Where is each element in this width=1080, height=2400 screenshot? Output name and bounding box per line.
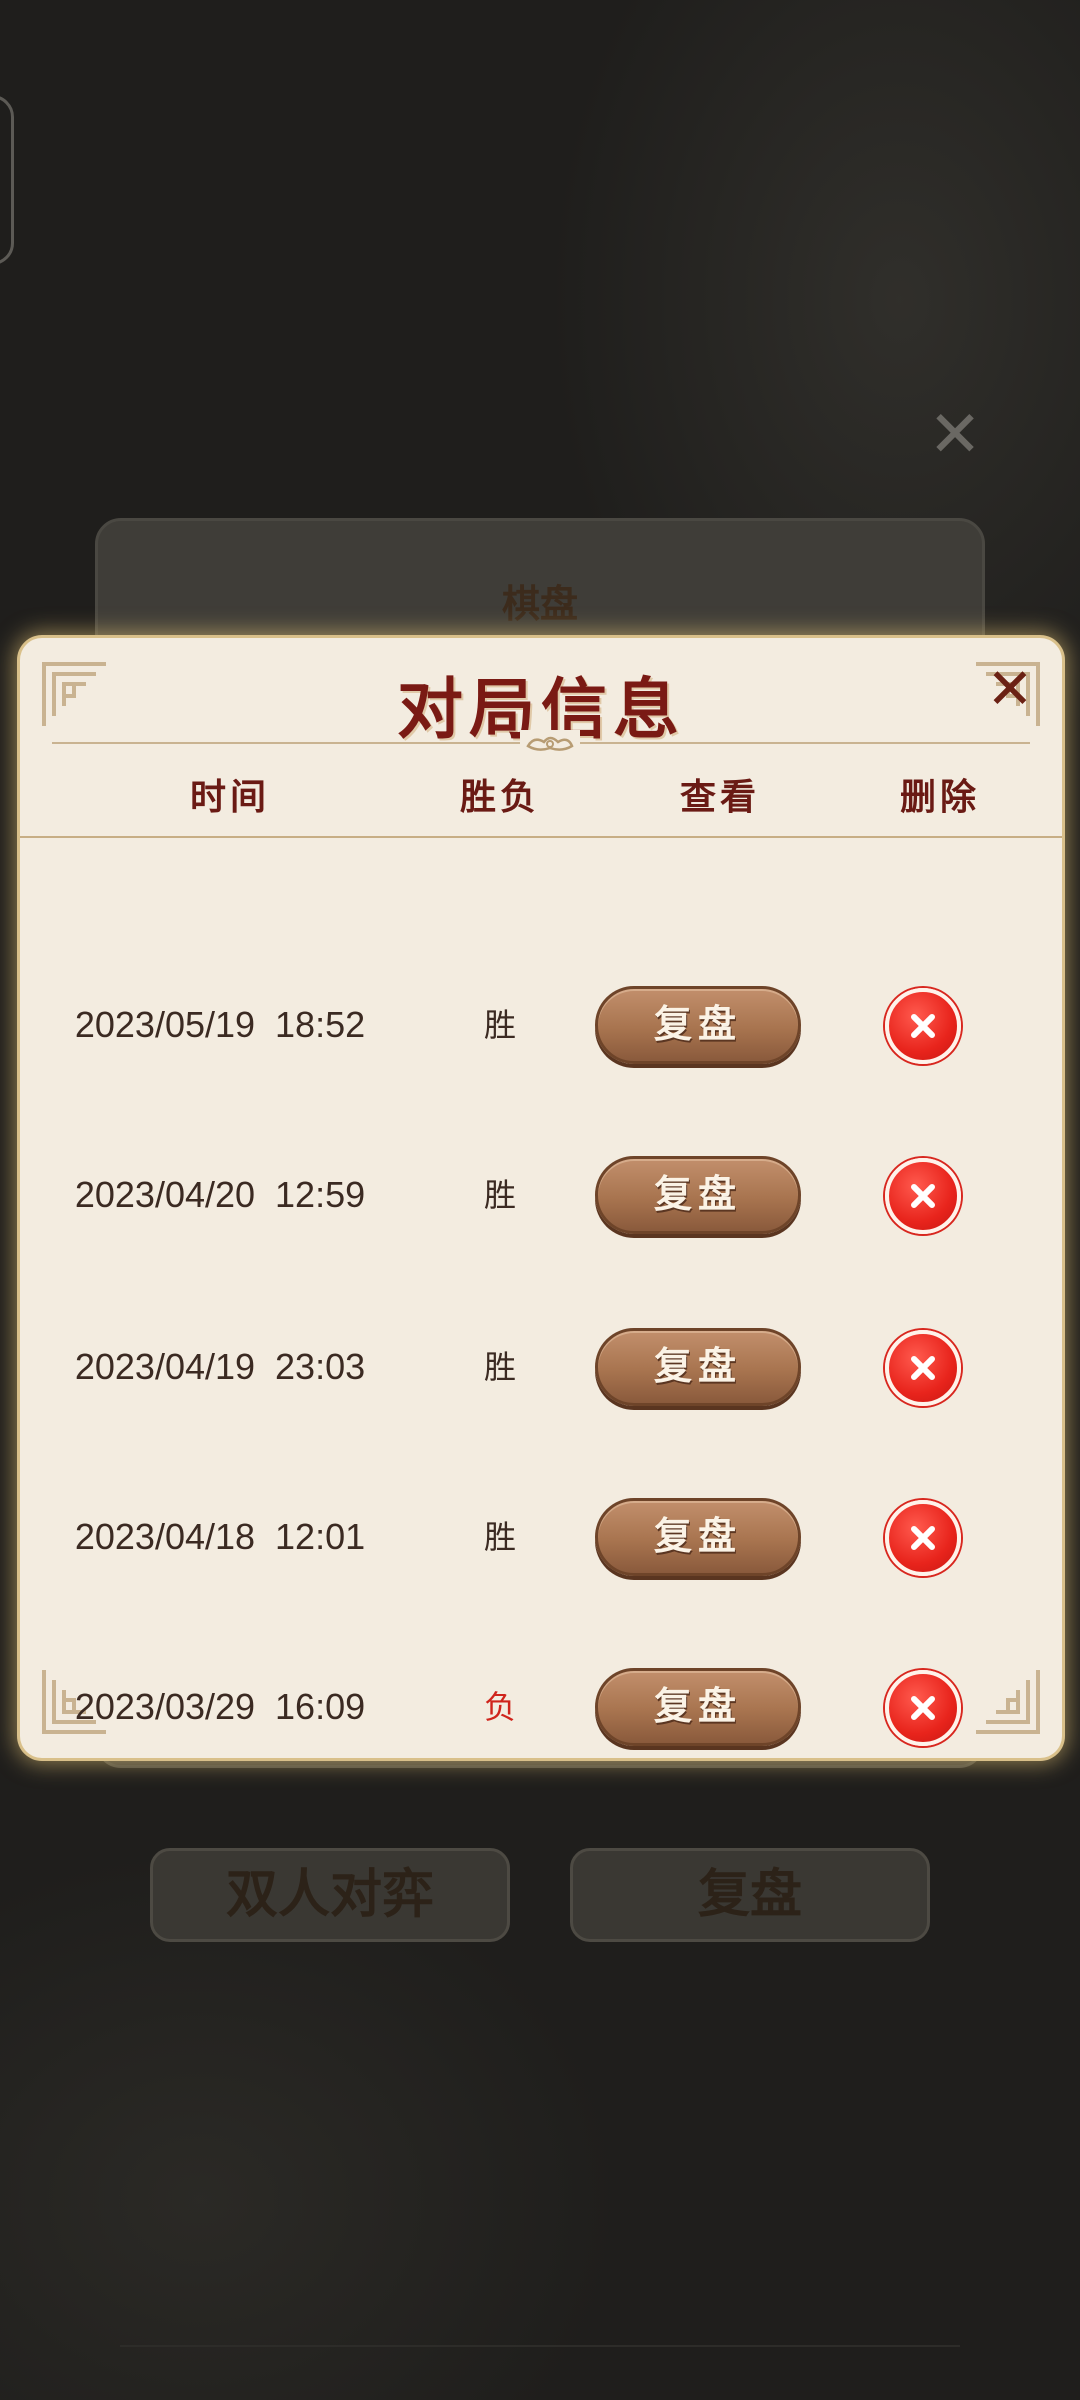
replay-button[interactable]: 复盘	[595, 1668, 801, 1746]
table-row: 2023/05/19 18:52 胜 复盘	[20, 980, 1062, 1070]
game-result: 胜	[483, 1176, 516, 1214]
side-tab	[0, 95, 14, 265]
delete-button[interactable]	[885, 1330, 961, 1406]
close-icon	[911, 1356, 935, 1380]
divider	[120, 2345, 960, 2347]
cloud-ornament-icon	[520, 730, 580, 756]
replay-main-button: 复盘	[570, 1848, 930, 1942]
game-time: 2023/03/29 16:09	[74, 1686, 366, 1727]
background-panel-title: 棋盘	[501, 581, 578, 626]
close-icon	[911, 1526, 935, 1550]
column-header-view: 查看	[679, 776, 760, 818]
game-result: 胜	[483, 1348, 516, 1386]
delete-button[interactable]	[885, 1670, 961, 1746]
delete-button[interactable]	[885, 988, 961, 1064]
table-row: 2023/04/19 23:03 胜 复盘	[20, 1322, 1062, 1412]
table-row: 2023/03/29 16:09 负 复盘	[20, 1662, 1062, 1752]
game-record-list: 2023/05/19 18:52 胜 复盘 2023/04/20 12:59 胜…	[20, 838, 1062, 1758]
game-time: 2023/05/19 18:52	[74, 1004, 366, 1045]
game-result: 胜	[483, 1006, 516, 1044]
table-header: 时间 胜负 查看 删除	[20, 768, 1062, 824]
replay-button[interactable]: 复盘	[595, 986, 801, 1064]
column-header-result: 胜负	[459, 776, 540, 818]
replay-button[interactable]: 复盘	[595, 1498, 801, 1576]
table-row: 2023/04/18 12:01 胜 复盘	[20, 1492, 1062, 1582]
replay-button[interactable]: 复盘	[595, 1328, 801, 1406]
close-icon	[911, 1014, 935, 1038]
two-player-button: 双人对弈	[150, 1848, 510, 1942]
close-icon	[911, 1184, 935, 1208]
game-result: 负	[483, 1688, 516, 1726]
game-time: 2023/04/18 12:01	[74, 1516, 366, 1557]
close-icon	[911, 1696, 935, 1720]
background-close-icon: ✕	[928, 398, 982, 472]
replay-button[interactable]: 复盘	[595, 1156, 801, 1234]
close-icon[interactable]: ✕	[980, 660, 1040, 720]
game-info-dialog: 对局信息 ✕ 时间 胜负 查看 删除 2023/05/19 18:52 胜 复盘…	[20, 638, 1062, 1758]
game-time: 2023/04/19 23:03	[74, 1346, 366, 1387]
column-header-delete: 删除	[899, 776, 980, 818]
column-header-time: 时间	[189, 776, 270, 818]
delete-button[interactable]	[885, 1158, 961, 1234]
delete-button[interactable]	[885, 1500, 961, 1576]
game-result: 胜	[483, 1518, 516, 1556]
table-row: 2023/04/20 12:59 胜 复盘	[20, 1150, 1062, 1240]
game-time: 2023/04/20 12:59	[74, 1174, 366, 1215]
